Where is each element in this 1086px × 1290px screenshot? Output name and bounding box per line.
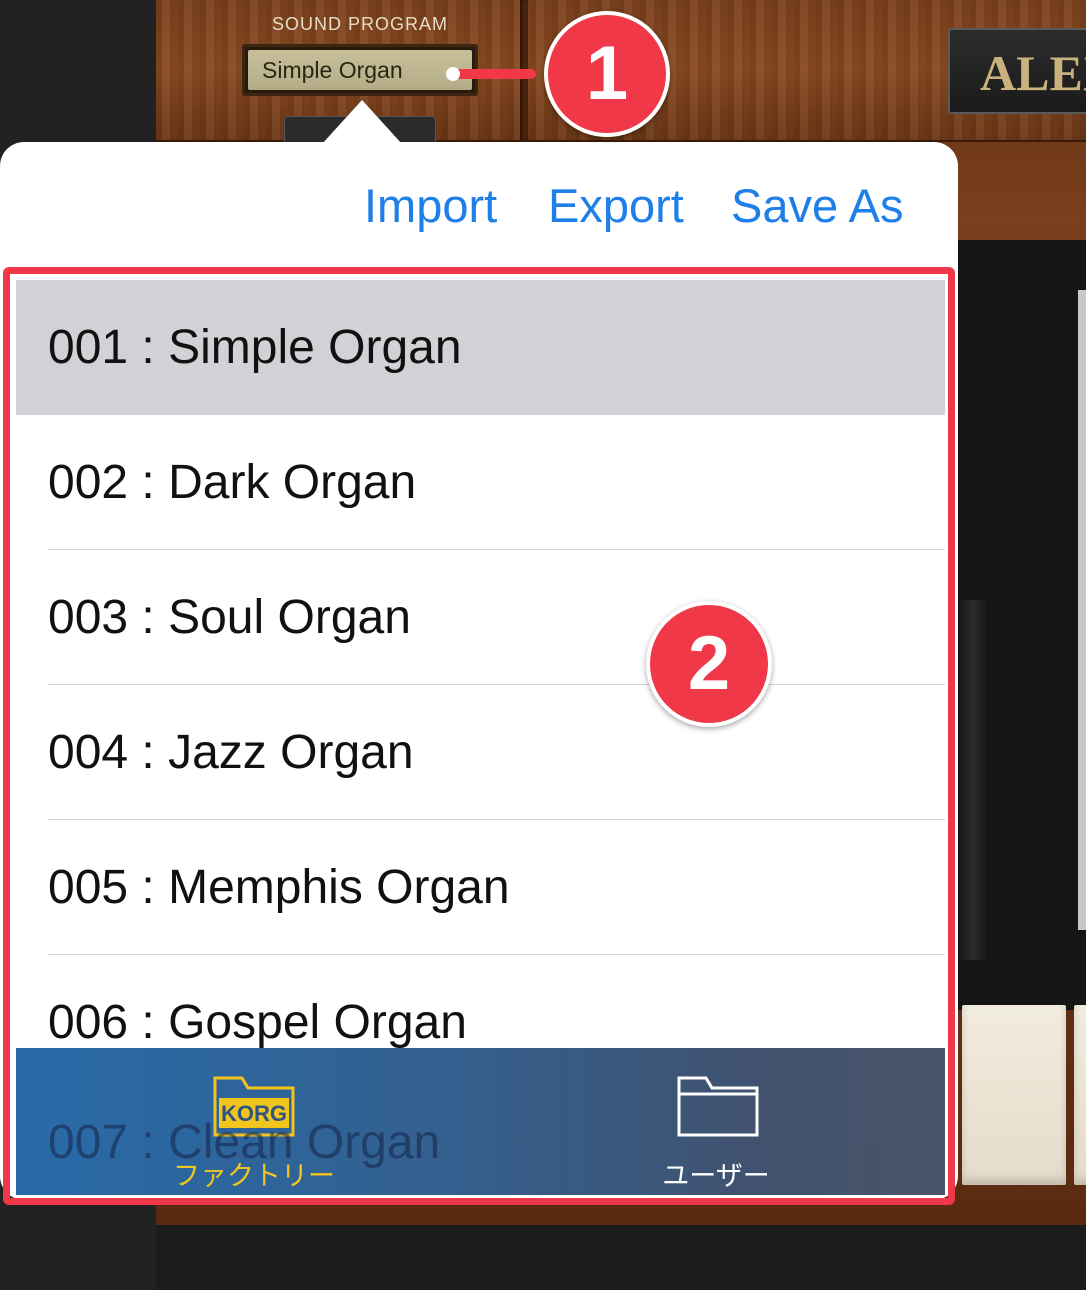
list-item-label: 006 : Gospel Organ <box>48 996 467 1049</box>
program-popover: Import Export Save As 001 : Simple Organ… <box>0 142 958 1200</box>
list-item-label: 002 : Dark Organ <box>48 456 417 509</box>
list-item-label: 001 : Simple Organ <box>48 321 462 374</box>
brand-plate: ALEX <box>948 28 1086 114</box>
callout-badge-1: 1 <box>544 11 670 137</box>
tab-user[interactable]: ユーザー <box>596 1048 836 1195</box>
popover-arrow <box>322 100 402 144</box>
list-item-label: 003 : Soul Organ <box>48 591 411 644</box>
list-item[interactable]: 005 : Memphis Organ <box>16 820 945 955</box>
import-button[interactable]: Import <box>364 178 497 233</box>
organ-key[interactable] <box>1074 1005 1086 1185</box>
list-item-label: 005 : Memphis Organ <box>48 861 510 914</box>
list-item[interactable]: 004 : Jazz Organ <box>16 685 945 820</box>
sound-program-name: Simple Organ <box>248 50 472 90</box>
list-item[interactable]: 002 : Dark Organ <box>16 415 945 550</box>
tab-user-label: ユーザー <box>662 1161 770 1191</box>
sound-program-label: SOUND PROGRAM <box>271 14 448 34</box>
drawbar[interactable] <box>955 600 991 960</box>
list-item-partial: 007 : Clean Organ <box>48 1116 441 1169</box>
list-item[interactable]: 001 : Simple Organ <box>16 280 945 415</box>
callout-leader-line <box>452 69 536 79</box>
organ-key[interactable] <box>962 1005 1066 1185</box>
list-item-label: 004 : Jazz Organ <box>48 726 414 779</box>
popover-toolbar: Import Export Save As <box>0 142 958 272</box>
folder-icon <box>677 1076 759 1137</box>
save-as-button[interactable]: Save As <box>731 178 903 233</box>
sound-program-display[interactable]: Simple Organ <box>242 44 478 96</box>
callout-badge-2: 2 <box>646 601 772 727</box>
export-button[interactable]: Export <box>548 178 684 233</box>
side-rail <box>1078 290 1086 930</box>
callout-leader-dot <box>446 67 460 81</box>
list-item[interactable]: 003 : Soul Organ <box>16 550 945 685</box>
